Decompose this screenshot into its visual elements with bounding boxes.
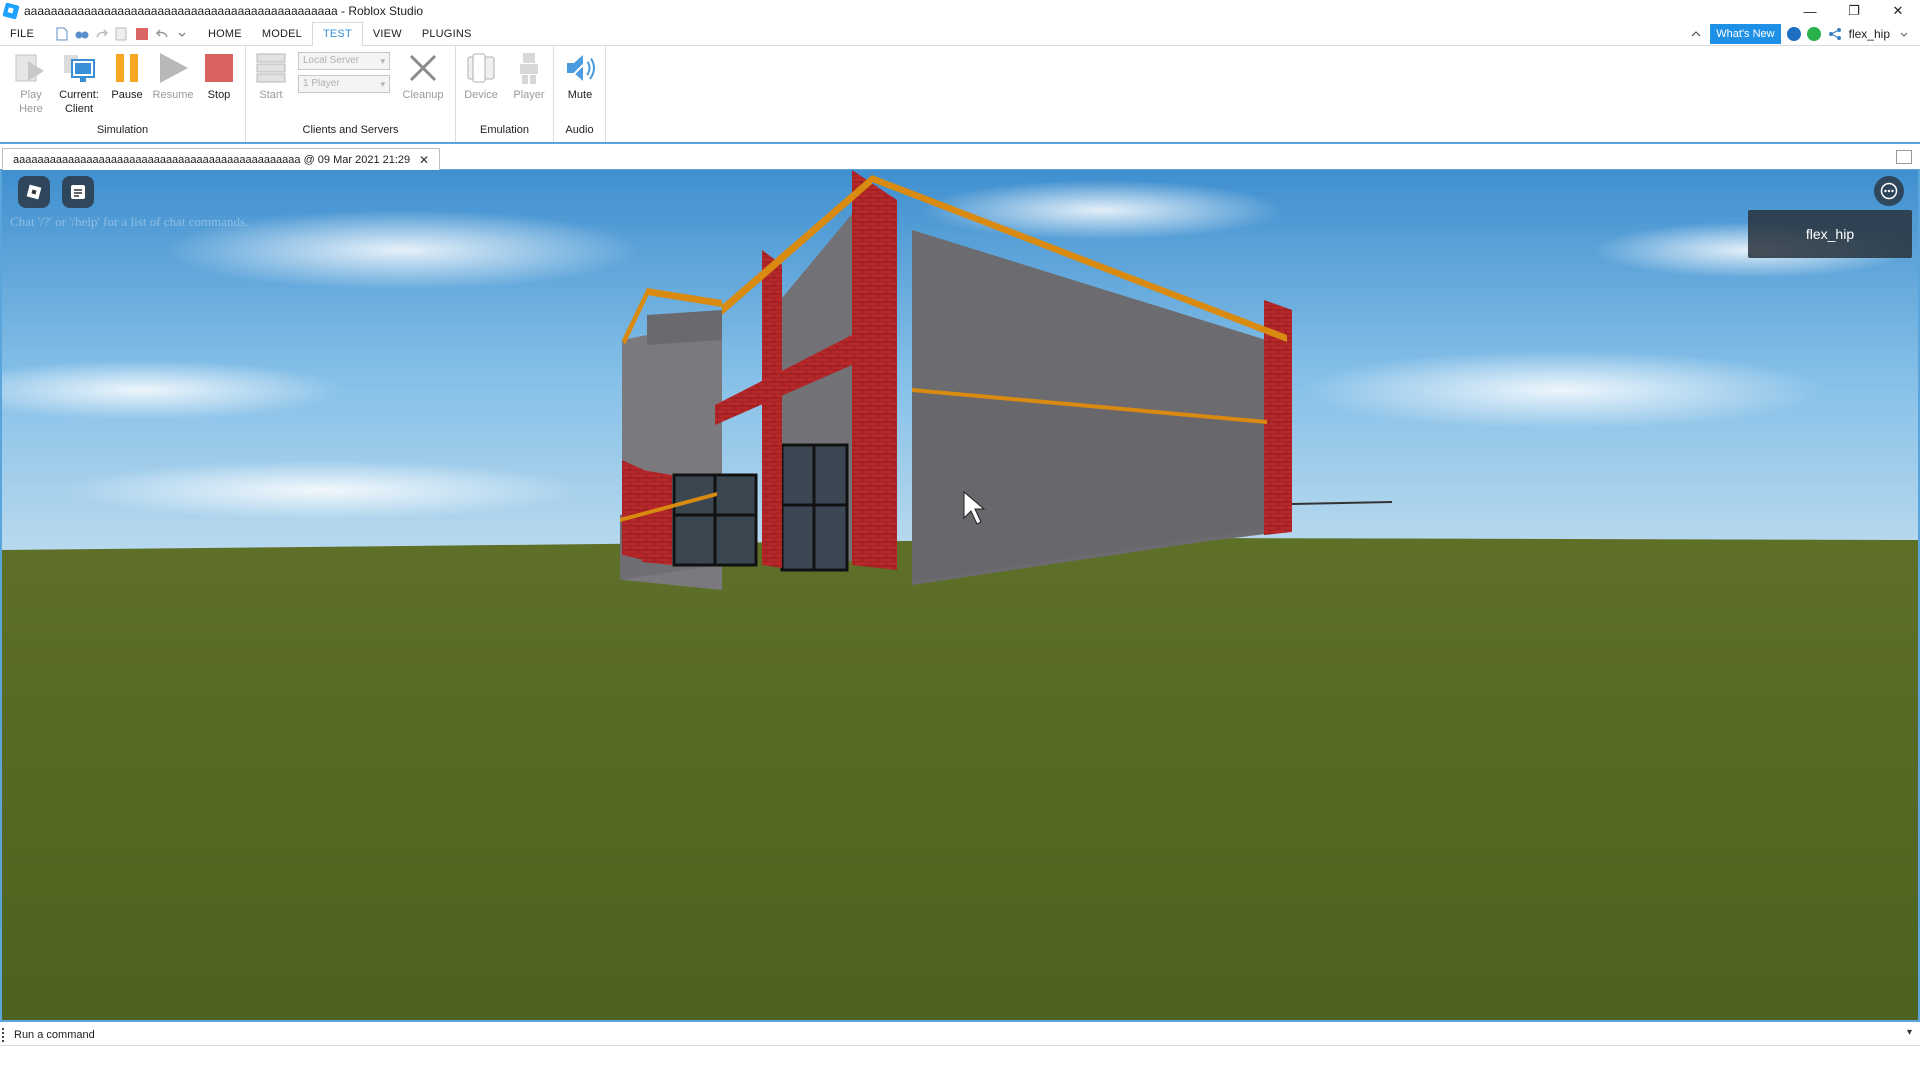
pause-button[interactable]: Pause	[104, 50, 150, 102]
document-tabs: aaaaaaaaaaaaaaaaaaaaaaaaaaaaaaaaaaaaaaaa…	[0, 144, 1920, 170]
tab-model[interactable]: MODEL	[252, 22, 312, 46]
restore-button[interactable]: ❐	[1832, 0, 1876, 22]
title-bar: aaaaaaaaaaaaaaaaaaaaaaaaaaaaaaaaaaaaaaaa…	[0, 0, 1920, 22]
server-select[interactable]: Local Server	[298, 52, 390, 70]
quick-access-toolbar	[54, 26, 190, 42]
status-icon[interactable]	[1806, 27, 1821, 41]
document-close-icon[interactable]: ✕	[419, 153, 429, 167]
scene-render	[2, 170, 1918, 1020]
chat-hint-text: Chat '/?' or '/help' for a list of chat …	[10, 214, 249, 229]
audio-group-label: Audio	[565, 124, 594, 136]
current-client-button[interactable]: Current: Client	[56, 50, 102, 116]
user-name[interactable]: flex_hip	[1849, 27, 1890, 41]
document-tab-title: aaaaaaaaaaaaaaaaaaaaaaaaaaaaaaaaaaaaaaaa…	[13, 153, 411, 166]
share-icon[interactable]	[1827, 26, 1843, 42]
more-options-button[interactable]	[1874, 176, 1904, 206]
file-menu[interactable]: FILE	[0, 22, 44, 46]
pause-icon	[109, 50, 145, 86]
speaker-icon	[562, 50, 598, 86]
minimize-button[interactable]: —	[1788, 0, 1832, 22]
mute-button[interactable]: Mute	[557, 50, 603, 102]
roblox-logo-icon	[26, 184, 42, 200]
close-button[interactable]: ✕	[1876, 0, 1920, 22]
roblox-studio-logo-icon	[2, 2, 20, 20]
device-icon	[463, 50, 499, 86]
publish-icon[interactable]	[114, 26, 130, 42]
binoculars-icon[interactable]	[74, 26, 90, 42]
resume-button[interactable]: Resume	[150, 50, 196, 102]
menu-bar: FILE HOME MODEL TEST VIEW PLUGINS What's	[0, 21, 1920, 47]
chat-button[interactable]	[62, 176, 94, 208]
game-viewport[interactable]: Chat '/?' or '/help' for a list of chat …	[0, 170, 1920, 1022]
emulation-group-label: Emulation	[480, 124, 529, 136]
cleanup-button[interactable]: Cleanup	[400, 50, 446, 102]
stop-square-icon	[201, 50, 237, 86]
monitor-icon	[61, 50, 97, 86]
window-title: aaaaaaaaaaaaaaaaaaaaaaaaaaaaaaaaaaaaaaaa…	[24, 4, 424, 18]
ribbon: Play Here Current: Client Pause Resume S…	[0, 46, 1920, 144]
play-here-button[interactable]: Play Here	[8, 50, 54, 116]
play-here-icon	[13, 50, 49, 86]
command-history-chevron-icon[interactable]: ▾	[1907, 1027, 1912, 1038]
roblox-menu-button[interactable]	[18, 176, 50, 208]
new-file-icon[interactable]	[54, 26, 70, 42]
emulation-group: Device Player Emulation	[456, 46, 554, 142]
audio-group: Mute Audio	[554, 46, 606, 142]
start-button[interactable]: Start	[248, 50, 294, 102]
status-bar	[0, 1046, 1920, 1080]
stop-icon[interactable]	[134, 26, 150, 42]
user-chevron-down-icon[interactable]	[1896, 26, 1912, 42]
redo-icon[interactable]	[94, 26, 110, 42]
chevron-down-icon[interactable]	[174, 26, 190, 42]
whats-new-button[interactable]: What's New	[1710, 24, 1781, 44]
device-button[interactable]: Device	[458, 50, 504, 102]
help-icon[interactable]	[1786, 27, 1801, 41]
chevron-up-icon[interactable]	[1688, 26, 1704, 42]
chat-icon	[71, 185, 85, 199]
tab-plugins[interactable]: PLUGINS	[412, 22, 482, 46]
undo-icon[interactable]	[154, 26, 170, 42]
grip-handle-icon[interactable]	[2, 1027, 8, 1042]
player-list-entry[interactable]: flex_hip	[1748, 210, 1912, 258]
clients-servers-group: Start Local Server 1 Player Cleanup Clie…	[246, 46, 456, 142]
command-input[interactable]: Run a command	[14, 1029, 95, 1041]
right-toolbar: What's New flex_hip	[1688, 22, 1912, 46]
more-dots-icon	[1880, 182, 1898, 200]
server-icon	[253, 50, 289, 86]
resume-play-icon	[155, 50, 191, 86]
simulation-group-label: Simulation	[96, 124, 149, 136]
close-x-icon	[405, 50, 441, 86]
player-figure-icon	[511, 50, 547, 86]
document-tab[interactable]: aaaaaaaaaaaaaaaaaaaaaaaaaaaaaaaaaaaaaaaa…	[2, 148, 440, 170]
tab-home[interactable]: HOME	[198, 22, 252, 46]
stop-button[interactable]: Stop	[196, 50, 242, 102]
tab-view[interactable]: VIEW	[363, 22, 412, 46]
dock-layout-icon[interactable]	[1896, 150, 1912, 164]
player-count-select[interactable]: 1 Player	[298, 75, 390, 93]
tab-test[interactable]: TEST	[311, 21, 363, 47]
command-bar: Run a command ▾	[0, 1024, 1920, 1046]
window-controls: — ❐ ✕	[1788, 0, 1920, 22]
player-emulation-button[interactable]: Player	[506, 50, 552, 102]
simulation-group: Play Here Current: Client Pause Resume S…	[0, 46, 246, 142]
clients-servers-group-label: Clients and Servers	[302, 124, 399, 136]
